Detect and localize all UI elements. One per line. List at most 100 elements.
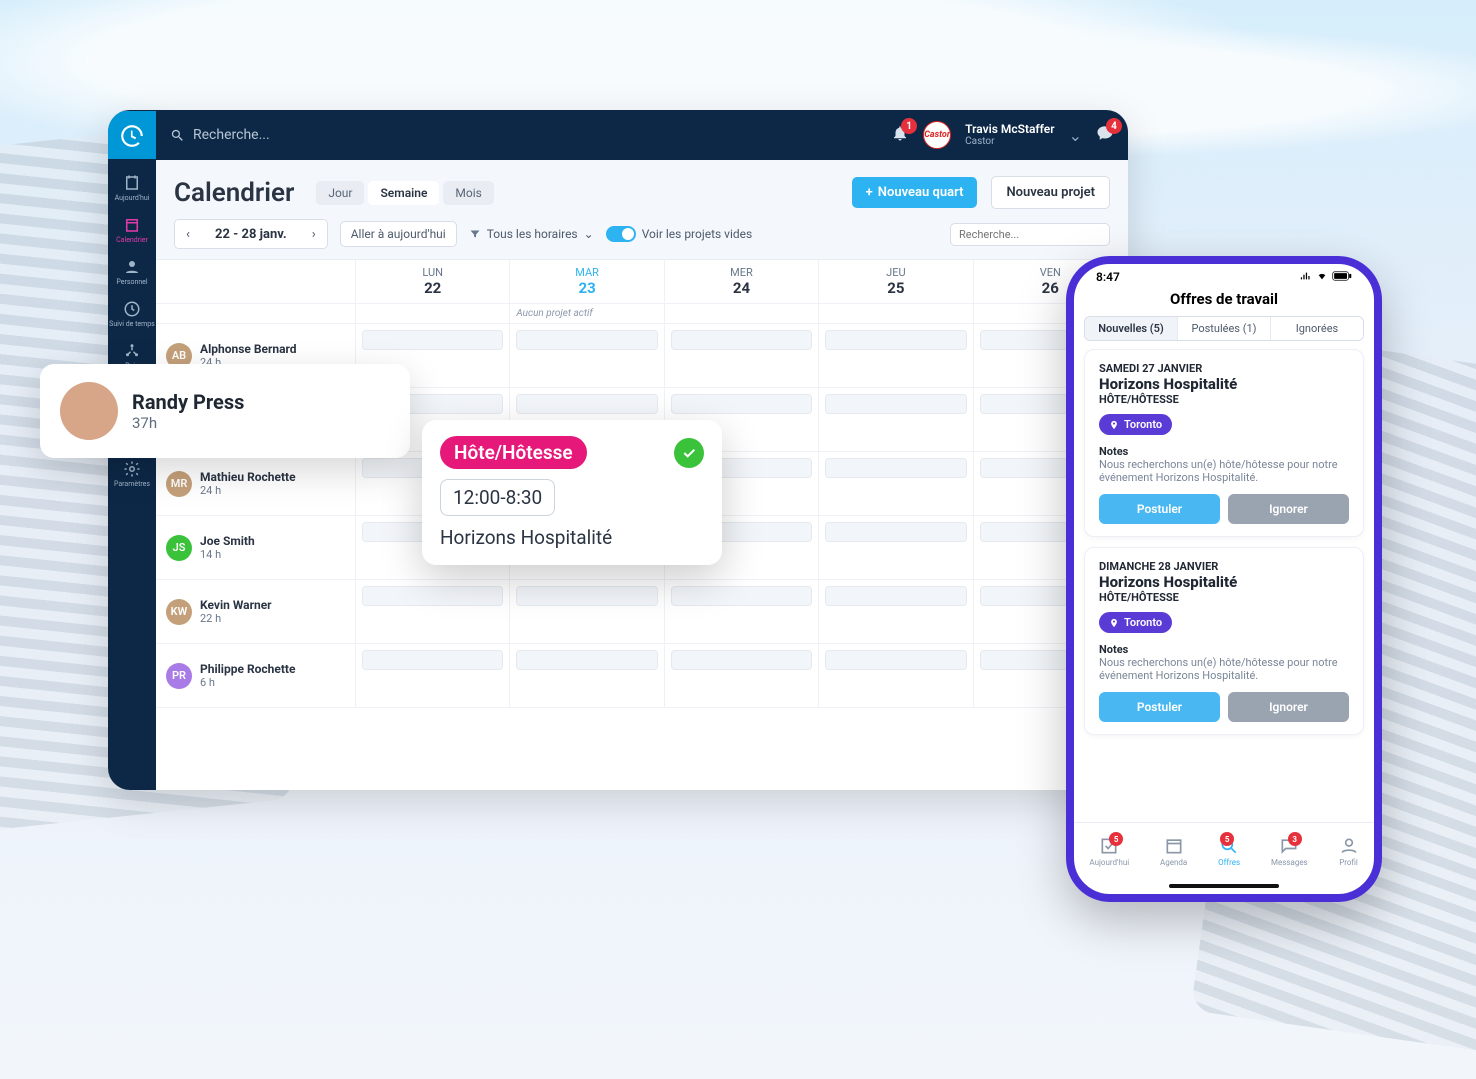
- prev-week-button[interactable]: ‹: [175, 220, 201, 248]
- hours-filter[interactable]: Tous les horaires ⌄: [469, 227, 594, 241]
- show-empty-projects-toggle[interactable]: Voir les projets vides: [606, 226, 753, 242]
- notifications-button[interactable]: 1: [891, 124, 909, 146]
- calendar-icon: [1164, 836, 1184, 856]
- ptab-today[interactable]: 5 Aujourd'hui: [1089, 836, 1129, 867]
- location-pill: Toronto: [1099, 612, 1172, 633]
- day-cell[interactable]: [819, 516, 973, 580]
- shift-slot[interactable]: [516, 650, 657, 670]
- topbar-actions: 1 Castor Travis McStaffer Castor ⌄ 4: [891, 121, 1114, 149]
- shift-slot[interactable]: [362, 586, 503, 606]
- person-cell[interactable]: KWKevin Warner22 h: [156, 580, 356, 644]
- shift-slot[interactable]: [516, 394, 657, 414]
- offers-list: SAMEDI 27 JANVIER Horizons Hospitalité H…: [1074, 349, 1374, 822]
- shift-slot[interactable]: [671, 394, 812, 414]
- shift-slot[interactable]: [362, 650, 503, 670]
- ignore-button[interactable]: Ignorer: [1228, 692, 1349, 722]
- user-name: Travis McStaffer: [965, 123, 1054, 136]
- person-hours: 22 h: [200, 612, 272, 625]
- tab-week[interactable]: Semaine: [368, 181, 439, 205]
- shift-slot[interactable]: [825, 394, 966, 414]
- apply-button[interactable]: Postuler: [1099, 494, 1220, 524]
- today-icon: [123, 174, 141, 192]
- nav-today[interactable]: Aujourd'hui: [108, 168, 156, 208]
- day-header[interactable]: LUN22: [356, 260, 510, 304]
- offer-card[interactable]: DIMANCHE 28 JANVIER Horizons Hospitalité…: [1084, 547, 1364, 735]
- nav-settings[interactable]: Paramètres: [108, 454, 156, 494]
- ignore-button[interactable]: Ignorer: [1228, 494, 1349, 524]
- segment-applied[interactable]: Postulées (1): [1177, 317, 1270, 340]
- person-cell[interactable]: JSJoe Smith14 h: [156, 516, 356, 580]
- nav-calendar[interactable]: Calendrier: [108, 210, 156, 250]
- person-cell[interactable]: PRPhilippe Rochette6 h: [156, 644, 356, 708]
- shift-slot[interactable]: [671, 650, 812, 670]
- day-cell[interactable]: [819, 388, 973, 452]
- apply-button[interactable]: Postuler: [1099, 692, 1220, 722]
- day-header[interactable]: MAR23: [510, 260, 664, 304]
- tab-month[interactable]: Mois: [443, 181, 493, 205]
- shift-slot[interactable]: [825, 522, 966, 542]
- avatar: PR: [166, 663, 192, 689]
- shift-slot[interactable]: [671, 586, 812, 606]
- battery-icon: [1332, 271, 1352, 281]
- tab-badge: 5: [1109, 832, 1123, 846]
- day-cell[interactable]: [665, 644, 819, 708]
- offer-date: DIMANCHE 28 JANVIER: [1099, 560, 1349, 573]
- day-cell[interactable]: [356, 644, 510, 708]
- calendar-search[interactable]: [950, 223, 1110, 246]
- person-name: Philippe Rochette: [200, 662, 295, 676]
- nav-time-tracking[interactable]: Suivi de temps: [108, 294, 156, 334]
- next-week-button[interactable]: ›: [301, 220, 327, 248]
- day-cell[interactable]: [665, 324, 819, 388]
- ptab-offers[interactable]: 5 Offres: [1218, 836, 1240, 867]
- app-logo[interactable]: [108, 111, 156, 159]
- user-menu[interactable]: Travis McStaffer Castor: [965, 123, 1054, 147]
- ptab-agenda[interactable]: Agenda: [1160, 836, 1187, 867]
- segment-ignored[interactable]: Ignorées: [1270, 317, 1363, 340]
- day-cell[interactable]: [665, 580, 819, 644]
- filter-icon: [469, 228, 481, 240]
- person-name: Joe Smith: [200, 534, 255, 548]
- day-cell[interactable]: [819, 324, 973, 388]
- search-input[interactable]: Recherche...: [170, 127, 877, 143]
- company-logo[interactable]: Castor: [923, 121, 951, 149]
- day-header[interactable]: JEU25: [819, 260, 973, 304]
- shift-slot[interactable]: [362, 330, 503, 350]
- shift-slot[interactable]: [825, 458, 966, 478]
- day-cell[interactable]: [819, 452, 973, 516]
- person-cell[interactable]: MRMathieu Rochette24 h: [156, 452, 356, 516]
- offer-notes: Nous recherchons un(e) hôte/hôtesse pour…: [1099, 656, 1349, 682]
- phone-segments: Nouvelles (5) Postulées (1) Ignorées: [1084, 316, 1364, 341]
- day-cell[interactable]: [819, 580, 973, 644]
- avatar: KW: [166, 599, 192, 625]
- calendar-search-input[interactable]: [959, 228, 1099, 241]
- messages-button[interactable]: 4: [1096, 124, 1114, 146]
- shift-slot[interactable]: [671, 330, 812, 350]
- new-shift-button[interactable]: + Nouveau quart: [852, 177, 978, 208]
- shift-slot[interactable]: [825, 330, 966, 350]
- shift-slot[interactable]: [825, 586, 966, 606]
- day-cell[interactable]: [510, 324, 664, 388]
- shift-slot[interactable]: [516, 330, 657, 350]
- offer-card[interactable]: SAMEDI 27 JANVIER Horizons Hospitalité H…: [1084, 349, 1364, 537]
- network-icon: [123, 342, 141, 360]
- new-project-button[interactable]: Nouveau projet: [991, 176, 1110, 209]
- day-cell[interactable]: [819, 644, 973, 708]
- focused-person-hours: 37h: [132, 414, 244, 432]
- calendar-icon: [123, 216, 141, 234]
- search-icon: [170, 128, 185, 143]
- segment-new[interactable]: Nouvelles (5): [1085, 317, 1177, 340]
- nav-personnel[interactable]: Personnel: [108, 252, 156, 292]
- ptab-profile[interactable]: Profil: [1339, 836, 1359, 867]
- day-cell[interactable]: [510, 644, 664, 708]
- tab-day[interactable]: Jour: [316, 181, 364, 205]
- ptab-messages[interactable]: 3 Messages: [1271, 836, 1308, 867]
- phone-tabbar: 5 Aujourd'hui Agenda 5 Offres 3 Messages…: [1074, 822, 1374, 880]
- shift-slot[interactable]: [825, 650, 966, 670]
- day-cell[interactable]: [356, 580, 510, 644]
- phone-status-icons: [1298, 270, 1352, 284]
- sidenav: Aujourd'hui Calendrier Personnel Suivi d…: [108, 160, 156, 790]
- day-header[interactable]: MER24: [665, 260, 819, 304]
- shift-slot[interactable]: [516, 586, 657, 606]
- day-cell[interactable]: [510, 580, 664, 644]
- go-today-button[interactable]: Aller à aujourd'hui: [340, 221, 457, 247]
